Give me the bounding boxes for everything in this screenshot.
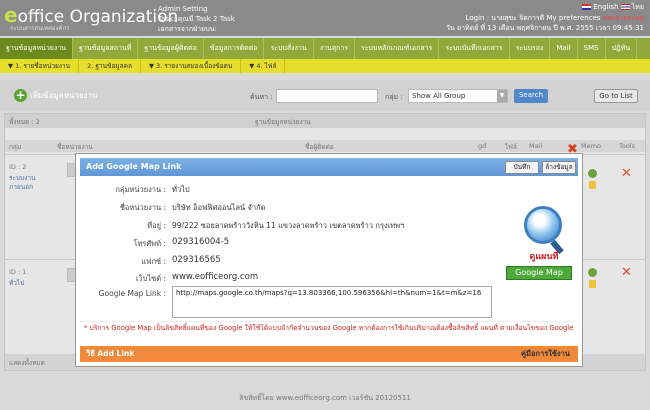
col-file: ไฟล์ (505, 143, 517, 151)
lang-english[interactable]: English (582, 2, 619, 12)
nav-document-criteria[interactable]: ระบบหลักเกณฑ์เอกสาร (355, 38, 440, 59)
map-link-textarea[interactable]: http://maps.google.co.th/maps?q=13.80336… (172, 286, 492, 318)
nav-contact-info[interactable]: ข้อมูลการติดต่อ (204, 38, 265, 59)
field-label-group: กลุ่มหน่วยงาน : (115, 185, 166, 194)
google-map-button[interactable]: Google Map (506, 266, 572, 280)
subnav-org-list[interactable]: ▼ 1. รายชื่อหน่วยงาน (0, 59, 80, 73)
search-input[interactable] (276, 89, 378, 103)
logout-link[interactable]: ออกจากระบบ (603, 14, 644, 22)
col-gd: gd (478, 142, 487, 150)
nav-secondary[interactable]: ระบบรอง (510, 38, 551, 59)
map-search-icon[interactable] (524, 206, 562, 244)
row-group-sub[interactable]: ภายนอก (9, 182, 33, 192)
field-value-website: www.eofficeorg.com (172, 272, 259, 282)
nav-document-record[interactable]: ระบบบันทึกเอกสาร (439, 38, 510, 59)
row-id: ID : 2 (9, 163, 27, 171)
group-select[interactable]: Show All Group ▼ (408, 89, 508, 103)
dialog-title-bar: Add Google Map Link บันทึก ล้างข้อมูล (80, 158, 578, 176)
delete-icon[interactable]: ✕ (621, 167, 632, 180)
col-memo: Memo (581, 142, 601, 150)
memo-add-icon[interactable] (588, 169, 597, 178)
nav-org-database[interactable]: ฐานข้อมูลหน่วยงาน (0, 38, 74, 59)
col-org-name[interactable]: ชื่อหน่วยงาน (57, 142, 93, 152)
count-row: ทั้งหมด : 2 ฐานข้อมูลหน่วยงาน (5, 114, 645, 128)
column-header-row: กลุ่ม ชื่อหน่วยงาน ชื่อผู้ติดต่อ gd ไฟล์… (5, 140, 645, 152)
go-to-list-button[interactable]: Go to List (594, 89, 638, 103)
nav-work[interactable]: งานสุการ (314, 38, 356, 59)
delete-icon[interactable]: ✕ (621, 266, 632, 279)
nav-location-database[interactable]: ฐานข้อมูลสถานที่ (73, 38, 139, 59)
row-group-link[interactable]: ทั่วไป (9, 278, 24, 288)
show-all-link[interactable]: แสดงทั้งหมด (9, 358, 45, 368)
memo-add-icon[interactable] (588, 268, 597, 277)
col-tools: Tools (619, 142, 636, 150)
field-label-fax: แฟกซ์ : (141, 257, 166, 266)
field-value-org-name: บริษัท อ็อฟฟิศออนไลน์ จำกัด (172, 203, 266, 212)
nav-mail[interactable]: Mail (550, 38, 578, 59)
lang-thai[interactable]: ไทย (620, 2, 644, 12)
dialog-body: กลุ่มหน่วยงาน : ทั่วไป ชื่อหน่วยงาน : บร… (80, 176, 578, 321)
col-mail: Mail (529, 142, 543, 150)
subnav-database[interactable]: 2. ฐานข้อมูลคล (79, 59, 141, 73)
nav-contact-database[interactable]: ฐานข้อมูลผู้ติดต่อ (138, 38, 204, 59)
dialog-title: Add Google Map Link (86, 162, 182, 171)
field-label-website: เว็บไซต์ : (135, 274, 166, 283)
field-label-org-name: ชื่อหน่วยงาน : (119, 203, 166, 212)
chevron-down-icon: ▼ (497, 90, 507, 102)
uk-flag-icon (582, 4, 592, 10)
col-contact-name[interactable]: ชื่อผู้ติดต่อ (305, 142, 334, 152)
dialog-footer: วิธี Add Link คู่มือการใช้งาน (80, 346, 578, 362)
toolbar: + เพิ่มข้อมูลหน่วยงาน ค้นหา : กลุ่ม : Sh… (0, 80, 650, 110)
how-to-add-link[interactable]: วิธี Add Link (86, 349, 134, 358)
view-map-label[interactable]: ดูแผนที่ (514, 249, 574, 263)
clear-button[interactable]: ล้างข้อมูล (542, 161, 576, 174)
header-info: Admin Setting Task: คุณมี Task 2 Task เอ… (158, 4, 235, 34)
header-user-area: English ไทย Login : นายสุขะ จิตการดี My … (446, 2, 644, 33)
user-manual-link[interactable]: คู่มือการใช้งาน (521, 346, 570, 362)
thai-flag-icon (620, 4, 630, 10)
col-group[interactable]: กลุ่ม (9, 142, 21, 152)
search-button[interactable]: Search (514, 89, 548, 103)
field-label-address: ที่อยู่ : (147, 221, 166, 230)
note-icon[interactable] (589, 181, 596, 189)
field-label-phone: โทรศัพท์ : (133, 239, 166, 248)
main-nav: ฐานข้อมูลหน่วยงาน ฐานข้อมูลสถานที่ ฐานข้… (0, 38, 650, 59)
cabinet-label: เอกสารจากฝ่ายบน: (158, 25, 217, 33)
current-datetime: วัน อาทิตย์ ที่ 13 เดือน พฤศจิกายน ปี พ.… (445, 24, 644, 32)
nav-sms[interactable]: SMS (578, 38, 606, 59)
field-value-fax: 029316565 (172, 255, 221, 265)
field-value-group: ทั่วไป (172, 185, 190, 194)
total-count: ทั้งหมด : 2 (9, 118, 40, 126)
nav-task-system[interactable]: ระบบสั่งงาน (264, 38, 314, 59)
field-label-map-link: Google Map Link : (98, 289, 166, 298)
eoffice-logo[interactable]: eoffice Organization ระบบสารสนเทศองค์กร (4, 3, 178, 33)
subnav-report[interactable]: ▼ 3. รายงานสมองเบื้องข้อตน (141, 59, 242, 73)
google-map-dialog: Add Google Map Link บันทึก ล้างข้อมูล กล… (76, 154, 582, 366)
field-value-address: 99/222 ซอยลาดพร้าววังหิน 11 แขวงลาดพร้าว… (172, 221, 405, 230)
sub-nav: ▼ 1. รายชื่อหน่วยงาน 2. ฐานข้อมูลคล ▼ 3.… (0, 59, 650, 73)
save-button[interactable]: บันทึก (505, 161, 539, 174)
app-header: eoffice Organization ระบบสารสนเทศองค์กร … (0, 0, 650, 36)
admin-setting-link[interactable]: Admin Setting (158, 4, 235, 14)
google-map-notice: * บริการ Google Map เป็นลิขสิทธิ์แผนที่ข… (80, 321, 578, 345)
group-label: กลุ่ม : (385, 93, 403, 101)
task-link[interactable]: Task: คุณมี Task 2 Task (158, 14, 235, 24)
login-user: Login : นายสุขะ จิตการดี (465, 14, 545, 22)
field-value-phone: 029316004-5 (172, 237, 230, 247)
note-icon[interactable] (589, 280, 596, 288)
row-id: ID : 1 (9, 268, 27, 276)
nav-calendar[interactable]: ปฏิทิน (606, 38, 638, 59)
list-title: ฐานข้อมูลหน่วยงาน (255, 118, 311, 126)
search-label: ค้นหา : (250, 93, 273, 101)
logo-subtitle: ระบบสารสนเทศองค์กร (10, 25, 70, 32)
preferences-link[interactable]: My preferences (547, 14, 601, 22)
plus-icon: + (14, 88, 27, 102)
copyright-text: ลิขสิทธิ์โดย www.eofficeorg.com เวอร์ชัน… (239, 394, 411, 402)
add-org-button[interactable]: + เพิ่มข้อมูลหน่วยงาน (14, 89, 98, 102)
subnav-files[interactable]: ▼ 4. ไฟล์ (241, 59, 286, 73)
